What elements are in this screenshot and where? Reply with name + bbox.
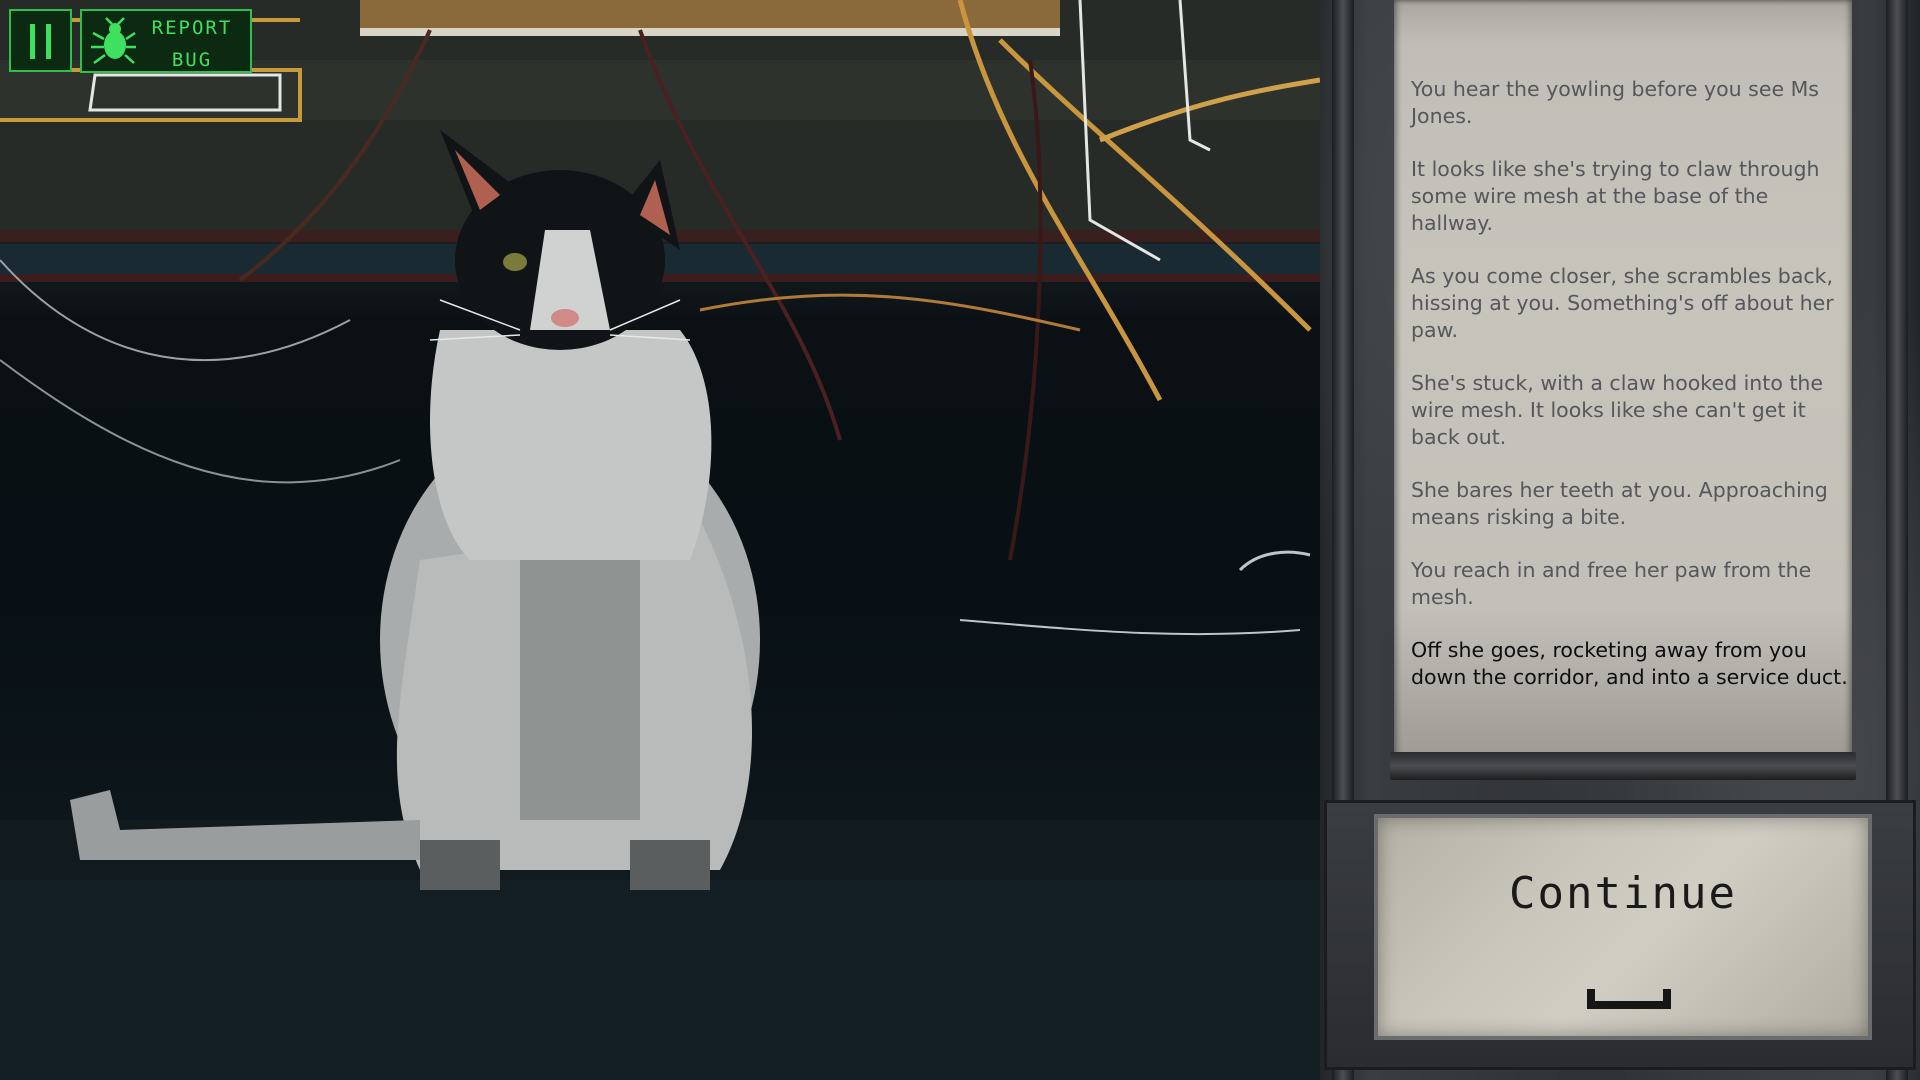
story-paragraph-current: Off she goes, rocketing away from you do… — [1411, 638, 1848, 689]
pause-icon — [30, 24, 35, 59]
continue-button[interactable]: Continue — [1374, 814, 1872, 1040]
scroll-roller — [1390, 752, 1856, 780]
report-bug-label-line1: REPORT — [151, 17, 233, 39]
story-paragraph: You reach in and free her paw from the m… — [1411, 558, 1812, 609]
report-bug-button[interactable]: REPORT BUG — [80, 9, 252, 73]
pause-button[interactable] — [9, 9, 72, 72]
story-text: You hear the yowling before you see Ms J… — [1411, 76, 1851, 717]
story-paragraph: She's stuck, with a claw hooked into the… — [1411, 371, 1824, 449]
continue-label: Continue — [1509, 868, 1737, 919]
scene-art — [0, 0, 1320, 1080]
story-paragraph: You hear the yowling before you see Ms J… — [1411, 77, 1819, 128]
bug-icon — [91, 17, 136, 65]
report-bug-label-line2: BUG — [171, 49, 213, 71]
story-paragraph: It looks like she's trying to claw throu… — [1411, 157, 1820, 235]
scene-illustration — [0, 0, 1320, 1080]
story-paragraph: She bares her teeth at you. Approaching … — [1411, 478, 1828, 529]
space-key-icon — [1587, 989, 1671, 1009]
story-paragraph: As you come closer, she scrambles back, … — [1411, 264, 1834, 342]
